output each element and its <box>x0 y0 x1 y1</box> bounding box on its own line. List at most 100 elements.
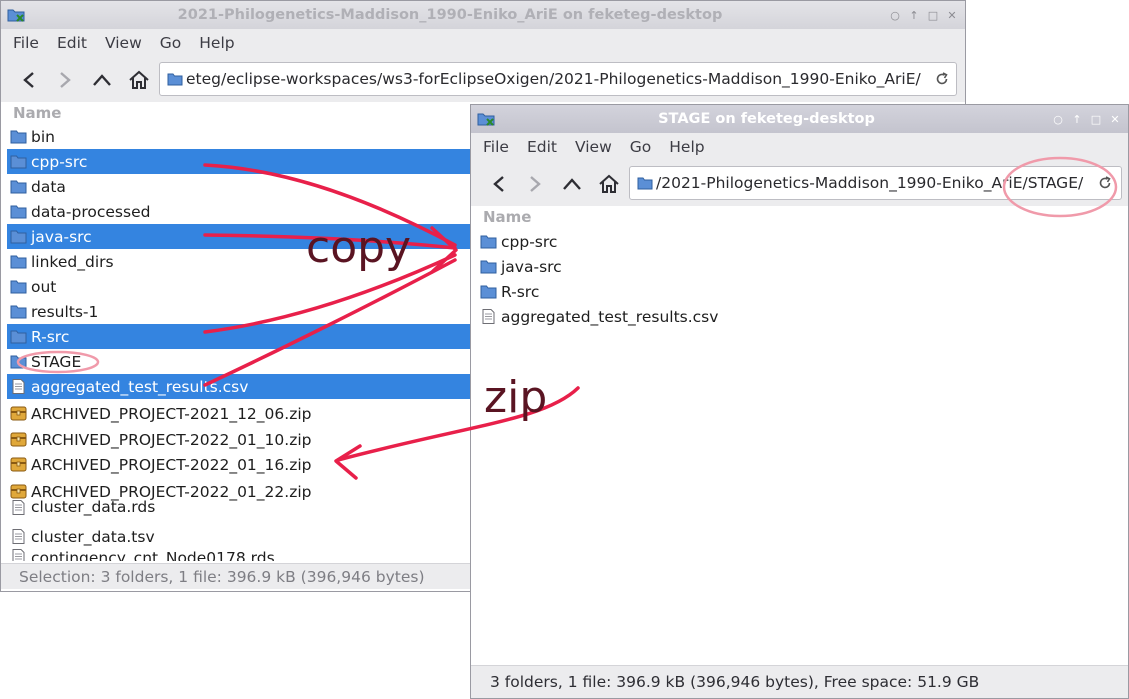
list-item-label: cluster_data.tsv <box>31 527 155 546</box>
close-window-button[interactable]: ✕ <box>945 8 959 22</box>
folder-icon-wrapper <box>10 254 27 269</box>
list-item[interactable]: STAGE <box>7 349 477 374</box>
folder-icon-wrapper <box>10 154 27 169</box>
file-icon-wrapper <box>10 499 27 515</box>
folder-icon-wrapper <box>10 354 27 369</box>
list-item[interactable]: data-processed <box>7 199 477 224</box>
list-item-label: results-1 <box>31 302 99 321</box>
arrow-up-icon <box>563 178 581 190</box>
forward-button[interactable] <box>51 66 79 94</box>
menu-file[interactable]: File <box>13 34 39 52</box>
arrow-up-icon <box>93 74 111 86</box>
raise-window-button[interactable]: ↑ <box>907 8 921 22</box>
list-item-label: ARCHIVED_PROJECT-2022_01_16.zip <box>31 455 312 474</box>
sticky-window-button[interactable]: ○ <box>888 8 902 22</box>
list-item[interactable]: bin <box>7 124 477 149</box>
list-item-label: cpp-src <box>501 232 558 251</box>
back-title-bar[interactable]: 2021-Philogenetics-Maddison_1990-Eniko_A… <box>1 1 965 30</box>
app-window-icon <box>477 113 495 126</box>
back-window-title: 2021-Philogenetics-Maddison_1990-Eniko_A… <box>177 7 723 23</box>
archive-icon <box>10 432 27 447</box>
folder-icon-wrapper <box>10 329 27 344</box>
menu-edit[interactable]: Edit <box>527 138 557 156</box>
up-button[interactable] <box>88 66 116 94</box>
list-item[interactable]: java-src <box>477 254 1117 279</box>
reload-icon[interactable] <box>934 71 950 87</box>
zip-label: zip <box>484 372 548 423</box>
file-icon-wrapper <box>10 529 27 544</box>
folder-icon-wrapper <box>10 304 27 319</box>
folder-icon <box>10 305 27 319</box>
menu-go[interactable]: Go <box>160 34 182 52</box>
list-item[interactable]: out <box>7 274 477 299</box>
list-item-label: R-src <box>31 327 70 346</box>
folder-icon <box>10 355 27 369</box>
folder-icon <box>480 260 497 274</box>
home-icon <box>599 174 619 193</box>
list-item-label: aggregated_test_results.csv <box>501 307 719 326</box>
folder-icon <box>10 180 27 194</box>
list-item[interactable]: R-src <box>7 324 477 349</box>
back-button[interactable] <box>15 66 43 94</box>
back-address-bar[interactable]: eteg/eclipse-workspaces/ws3-forEclipseOx… <box>159 62 957 96</box>
sticky-window-button[interactable]: ○ <box>1051 112 1065 126</box>
raise-window-button[interactable]: ↑ <box>1070 112 1084 126</box>
folder-icon <box>10 205 27 219</box>
folder-icon <box>10 280 27 294</box>
home-icon <box>129 70 149 89</box>
list-item-label: java-src <box>31 227 92 246</box>
folder-icon <box>480 285 497 299</box>
list-item[interactable]: contingency_cnt_Node0178.rds <box>7 549 477 561</box>
home-button[interactable] <box>125 66 153 94</box>
menu-view[interactable]: View <box>575 138 612 156</box>
list-item[interactable]: cpp-src <box>477 229 1117 254</box>
maximize-window-button[interactable]: □ <box>926 8 940 22</box>
list-item[interactable]: ARCHIVED_PROJECT-2021_12_06.zip <box>7 401 317 426</box>
close-window-button[interactable]: ✕ <box>1108 112 1122 126</box>
list-item[interactable]: cluster_data.tsv <box>7 524 477 549</box>
list-item[interactable]: data <box>7 174 477 199</box>
list-item[interactable]: ARCHIVED_PROJECT-2022_01_16.zip <box>7 452 317 477</box>
folder-icon <box>637 177 653 190</box>
menu-view[interactable]: View <box>105 34 142 52</box>
front-menu-bar: File Edit View Go Help <box>471 133 1128 161</box>
list-item-label: data-processed <box>31 202 151 221</box>
folder-icon <box>10 330 27 344</box>
menu-help[interactable]: Help <box>199 34 234 52</box>
front-address-bar[interactable]: /2021-Philogenetics-Maddison_1990-Eniko_… <box>629 166 1122 200</box>
list-item-label: bin <box>31 127 55 146</box>
list-item[interactable]: cpp-src <box>7 149 477 174</box>
list-item[interactable]: ARCHIVED_PROJECT-2022_01_10.zip <box>7 427 317 452</box>
forward-button[interactable] <box>521 170 549 198</box>
list-item[interactable]: aggregated_test_results.csv <box>7 374 477 399</box>
folder-icon-wrapper <box>10 129 27 144</box>
menu-file[interactable]: File <box>483 138 509 156</box>
list-item-label: cluster_data.rds <box>31 498 156 516</box>
reload-icon[interactable] <box>1097 175 1113 191</box>
column-header-label: Name <box>13 104 62 122</box>
menu-go[interactable]: Go <box>630 138 652 156</box>
back-menu-bar: File Edit View Go Help <box>1 29 965 57</box>
zip-icon-wrapper <box>10 406 27 421</box>
list-item[interactable]: aggregated_test_results.csv <box>477 304 1117 329</box>
menu-help[interactable]: Help <box>669 138 704 156</box>
folder-icon <box>10 155 27 169</box>
up-button[interactable] <box>558 170 586 198</box>
folder-icon <box>10 255 27 269</box>
back-button[interactable] <box>485 170 513 198</box>
copy-label: copy <box>306 222 412 273</box>
front-title-bar[interactable]: STAGE on feketeg-desktop ○ ↑ □ ✕ <box>471 105 1128 134</box>
list-item[interactable]: cluster_data.rds <box>7 498 477 516</box>
arrow-left-icon <box>23 72 34 88</box>
column-header-label: Name <box>483 208 532 226</box>
menu-edit[interactable]: Edit <box>57 34 87 52</box>
front-name-column-header[interactable]: Name <box>471 206 1128 230</box>
list-item-label: java-src <box>501 257 562 276</box>
home-button[interactable] <box>595 170 623 198</box>
list-item[interactable]: R-src <box>477 279 1117 304</box>
list-item-label: contingency_cnt_Node0178.rds <box>31 549 275 561</box>
zip-icon-wrapper <box>10 484 27 499</box>
maximize-window-button[interactable]: □ <box>1089 112 1103 126</box>
list-item[interactable]: results-1 <box>7 299 477 324</box>
back-toolbar: eteg/eclipse-workspaces/ws3-forEclipseOx… <box>1 57 965 104</box>
